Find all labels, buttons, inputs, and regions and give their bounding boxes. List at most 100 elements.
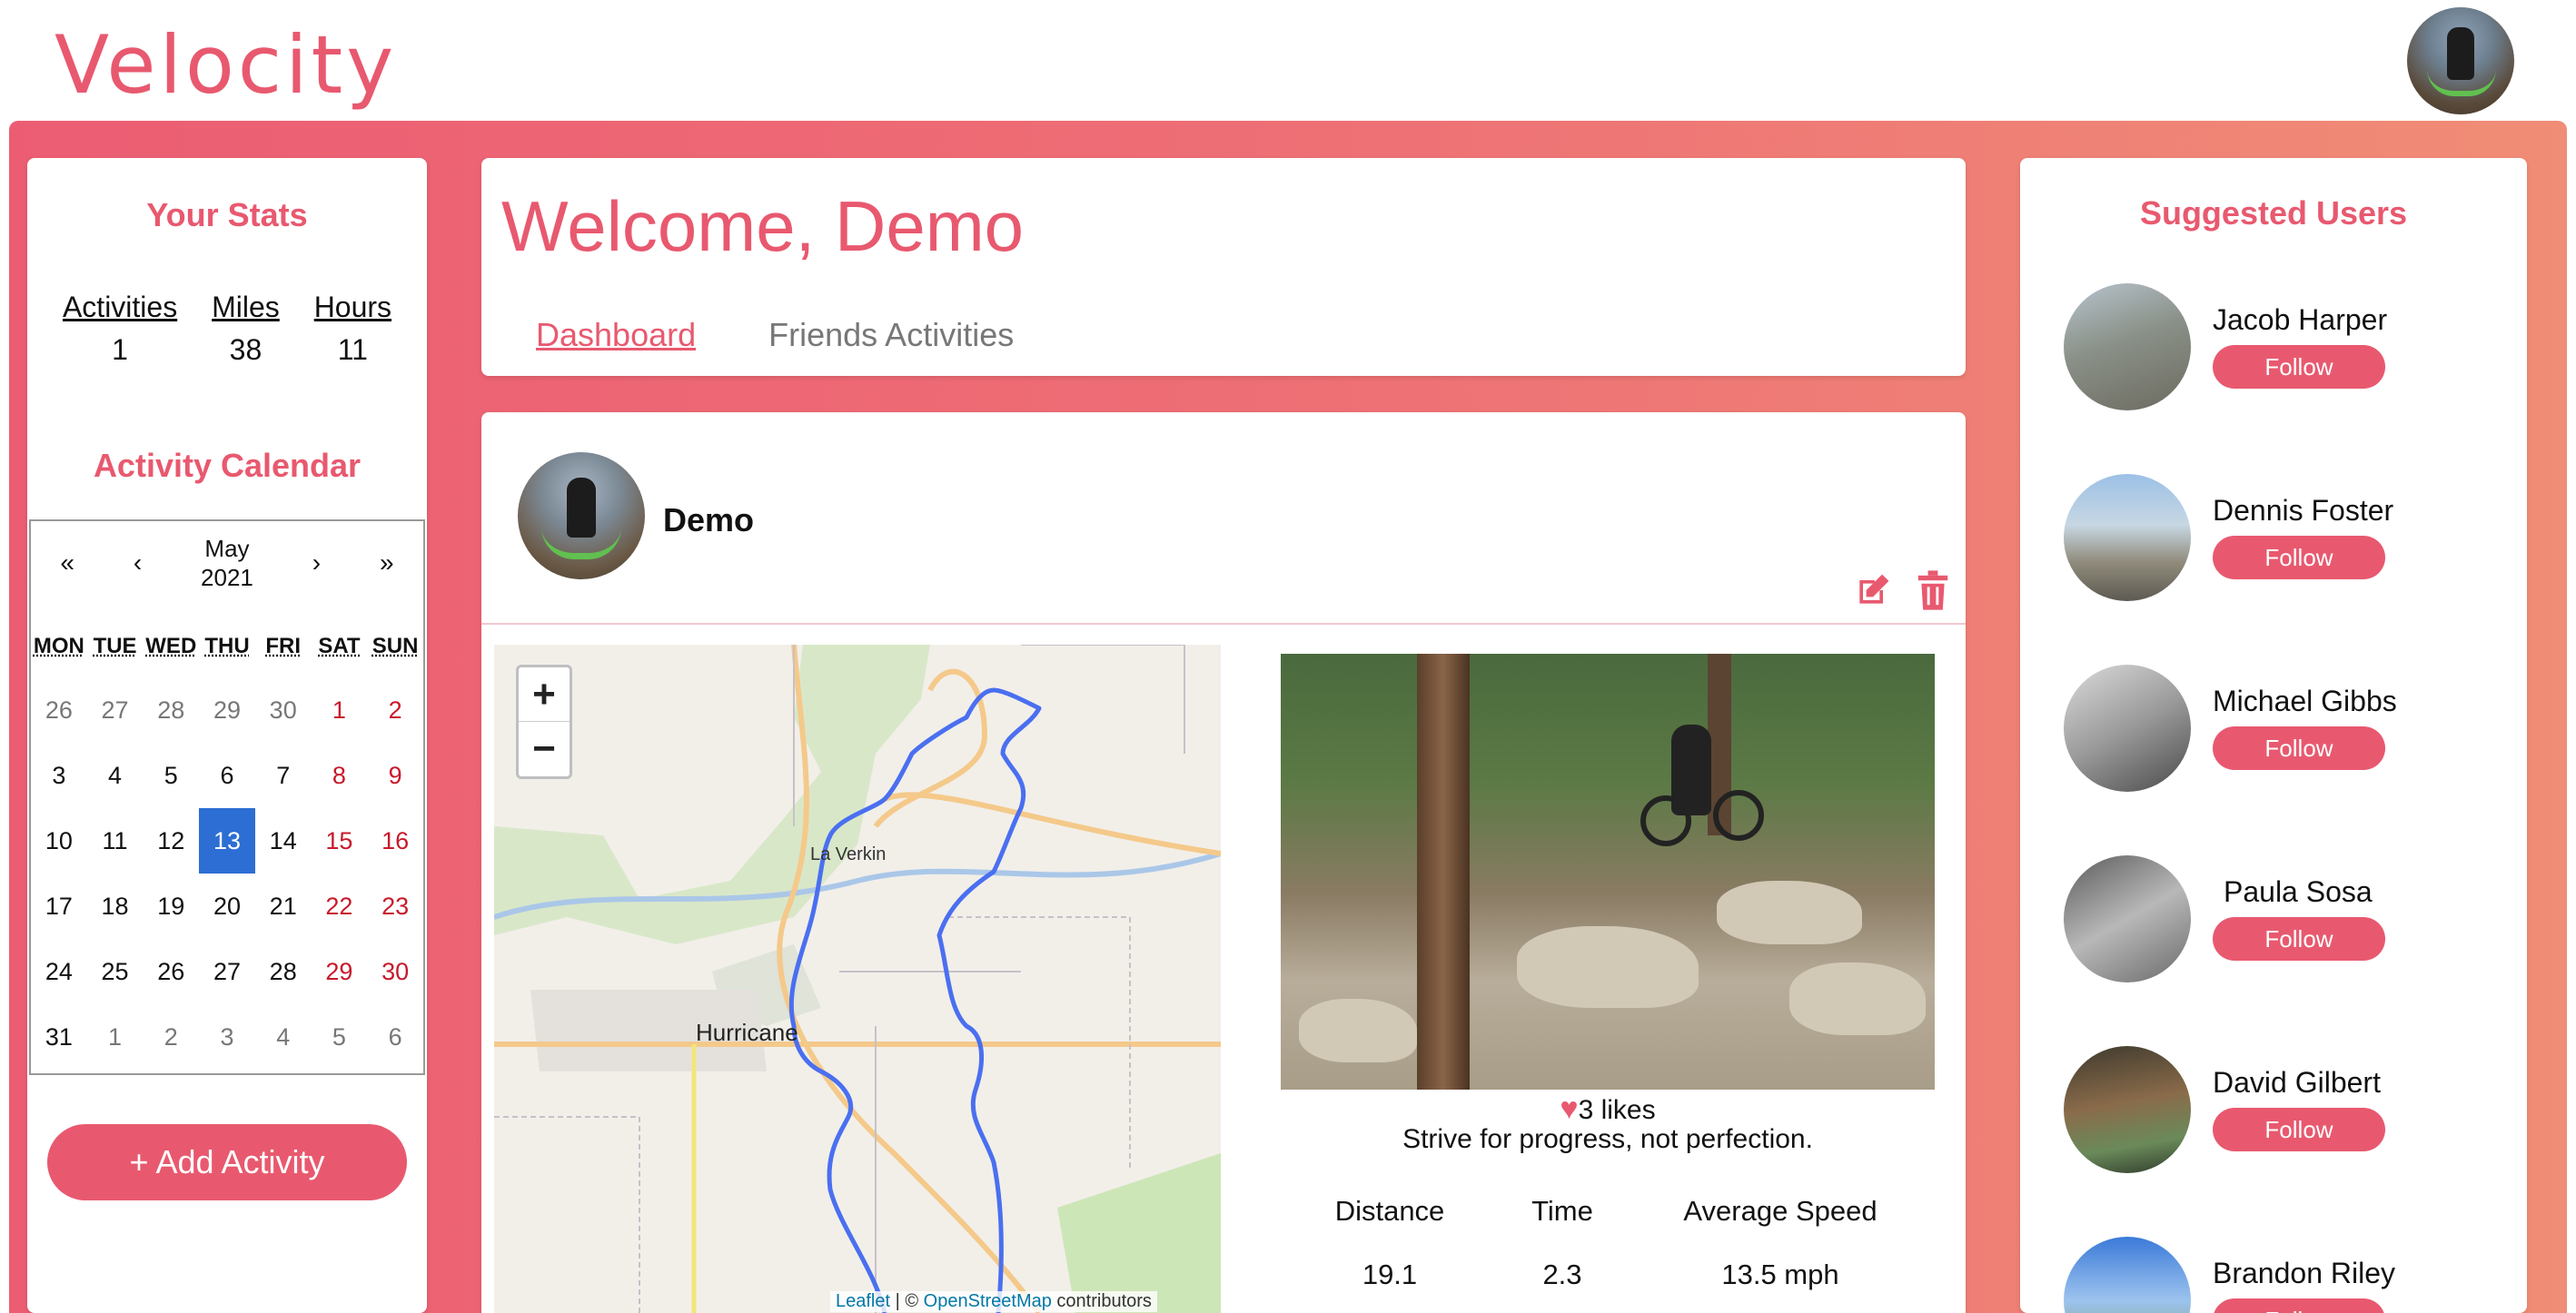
calendar-weekdays: MON TUE WED THU FRI SAT SUN: [31, 634, 423, 659]
calendar-day[interactable]: 16: [367, 808, 423, 874]
user-name[interactable]: Michael Gibbs: [2213, 685, 2397, 718]
tab-friends-activities[interactable]: Friends Activities: [768, 316, 1014, 354]
user-name[interactable]: David Gilbert: [2213, 1066, 2381, 1100]
calendar-day[interactable]: 4: [87, 743, 144, 808]
add-activity-button[interactable]: + Add Activity: [47, 1124, 407, 1200]
follow-button[interactable]: Follow: [2213, 1298, 2385, 1313]
edit-icon[interactable]: [1853, 570, 1893, 610]
user-avatar[interactable]: [2064, 474, 2191, 601]
prev-month-button[interactable]: ‹: [134, 548, 142, 578]
user-name[interactable]: Brandon Riley: [2213, 1257, 2395, 1290]
calendar-day[interactable]: 6: [367, 1004, 423, 1070]
post-divider: [481, 623, 1966, 625]
stat-label: Hours: [313, 291, 392, 323]
calendar-day[interactable]: 26: [143, 939, 199, 1004]
calendar-day[interactable]: 1: [87, 1004, 144, 1070]
stats-title: Your Stats: [146, 196, 308, 233]
calendar-day[interactable]: 31: [31, 1004, 87, 1070]
user-avatar[interactable]: [2064, 283, 2191, 410]
calendar-day[interactable]: 22: [312, 874, 368, 939]
calendar-day[interactable]: 13: [199, 808, 255, 874]
follow-button[interactable]: Follow: [2213, 726, 2385, 770]
activity-user-avatar[interactable]: [518, 452, 645, 579]
follow-button[interactable]: Follow: [2213, 1108, 2385, 1151]
weekday-label: TUE: [93, 634, 137, 658]
suggested-user: Dennis Foster Follow: [2064, 474, 2500, 601]
welcome-panel: Welcome, Demo Dashboard Friends Activiti…: [481, 158, 1966, 376]
calendar-day[interactable]: 7: [255, 743, 312, 808]
calendar-day[interactable]: 19: [143, 874, 199, 939]
leaflet-link[interactable]: Leaflet: [836, 1291, 890, 1311]
photo-rock: [1789, 963, 1926, 1035]
calendar-day[interactable]: 17: [31, 874, 87, 939]
calendar-day[interactable]: 5: [143, 743, 199, 808]
weekday-label: WED: [145, 634, 197, 658]
next-year-button[interactable]: »: [380, 548, 394, 578]
calendar-day[interactable]: 2: [367, 677, 423, 743]
calendar-day[interactable]: 10: [31, 808, 87, 874]
follow-button[interactable]: Follow: [2213, 917, 2385, 961]
user-name[interactable]: Jacob Harper: [2213, 303, 2387, 337]
calendar-day[interactable]: 1: [312, 677, 368, 743]
suggested-user: David Gilbert Follow: [2064, 1046, 2500, 1173]
follow-button[interactable]: Follow: [2213, 345, 2385, 389]
trash-icon[interactable]: [1917, 570, 1949, 610]
profile-avatar[interactable]: [2407, 7, 2514, 114]
calendar-day[interactable]: 8: [312, 743, 368, 808]
activity-route-map[interactable]: + − La Verkin Hurricane Leaflet | © Open…: [494, 645, 1221, 1313]
calendar-day[interactable]: 29: [312, 939, 368, 1004]
calendar-day[interactable]: 27: [199, 939, 255, 1004]
user-avatar[interactable]: [2064, 1237, 2191, 1313]
calendar-day[interactable]: 6: [199, 743, 255, 808]
weekday-label: SAT: [318, 634, 361, 658]
zoom-in-button[interactable]: +: [519, 667, 570, 722]
next-month-button[interactable]: ›: [312, 548, 321, 578]
metric-header-speed: Average Speed: [1683, 1195, 1878, 1227]
calendar-day[interactable]: 20: [199, 874, 255, 939]
calendar-month-label[interactable]: May 2021: [201, 534, 253, 592]
calendar-day[interactable]: 21: [255, 874, 312, 939]
heart-icon[interactable]: ♥: [1560, 1091, 1578, 1126]
zoom-out-button[interactable]: −: [519, 722, 570, 776]
calendar-day[interactable]: 23: [367, 874, 423, 939]
calendar-day[interactable]: 15: [312, 808, 368, 874]
user-name[interactable]: Paula Sosa: [2224, 875, 2373, 909]
attribution-tail: contributors: [1051, 1291, 1152, 1311]
calendar-day[interactable]: 28: [255, 939, 312, 1004]
calendar-day[interactable]: 30: [367, 939, 423, 1004]
photo-rock: [1517, 926, 1699, 1008]
calendar-day[interactable]: 3: [31, 743, 87, 808]
tab-dashboard[interactable]: Dashboard: [536, 316, 696, 354]
calendar-day[interactable]: 5: [312, 1004, 368, 1070]
weekday-label: SUN: [372, 634, 419, 658]
calendar-day[interactable]: 3: [199, 1004, 255, 1070]
calendar-day[interactable]: 26: [31, 677, 87, 743]
activity-username[interactable]: Demo: [663, 501, 754, 539]
user-name[interactable]: Dennis Foster: [2213, 494, 2393, 528]
openstreetmap-link[interactable]: OpenStreetMap: [924, 1291, 1052, 1311]
calendar-day[interactable]: 2: [143, 1004, 199, 1070]
follow-button[interactable]: Follow: [2213, 536, 2385, 579]
calendar-day[interactable]: 29: [199, 677, 255, 743]
activity-photo[interactable]: [1281, 654, 1935, 1090]
user-avatar[interactable]: [2064, 855, 2191, 982]
calendar-day[interactable]: 24: [31, 939, 87, 1004]
calendar-day[interactable]: 14: [255, 808, 312, 874]
calendar-day[interactable]: 27: [87, 677, 144, 743]
calendar-day[interactable]: 30: [255, 677, 312, 743]
calendar-day[interactable]: 4: [255, 1004, 312, 1070]
avatar-bike: [541, 527, 621, 559]
calendar-day[interactable]: 18: [87, 874, 144, 939]
prev-year-button[interactable]: «: [60, 548, 74, 578]
calendar-day[interactable]: 11: [87, 808, 144, 874]
user-avatar[interactable]: [2064, 665, 2191, 792]
calendar-day[interactable]: 12: [143, 808, 199, 874]
calendar-day[interactable]: 9: [367, 743, 423, 808]
stat-label: Activities: [62, 291, 178, 323]
stat-hours: Hours 11: [314, 291, 391, 367]
calendar-days: 26 27 28 29 30 1 2 3 4 5 6 7 8 9 10 11 12 13 14 15 16 17 18 19 2…: [31, 677, 423, 1070]
app-logo[interactable]: Velocity: [54, 18, 397, 112]
user-avatar[interactable]: [2064, 1046, 2191, 1173]
calendar-day[interactable]: 28: [143, 677, 199, 743]
calendar-day[interactable]: 25: [87, 939, 144, 1004]
